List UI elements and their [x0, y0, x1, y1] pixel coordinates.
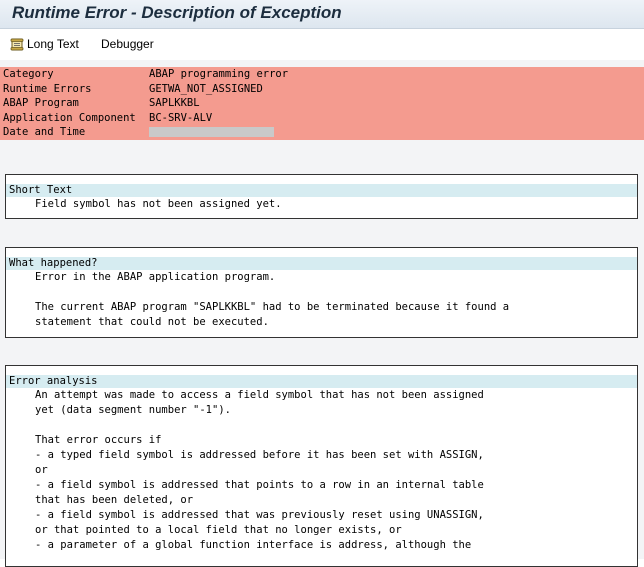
- short-text-heading: Short Text: [6, 184, 637, 197]
- content-area: Category ABAP programming error Runtime …: [0, 60, 644, 567]
- category-label: Category: [3, 68, 54, 80]
- header-row-application-component: Application Component BC-SRV-ALV: [0, 110, 644, 126]
- error-analysis-line: or: [35, 464, 48, 476]
- header-row-runtime-errors: Runtime Errors GETWA_NOT_ASSIGNED: [0, 81, 644, 97]
- what-happened-line: The current ABAP program "SAPLKKBL" had …: [35, 301, 510, 313]
- scroll-icon: [10, 38, 24, 51]
- error-analysis-section: Error analysis An attempt was made to ac…: [5, 365, 638, 567]
- error-analysis-line: or that pointed to a local field that no…: [35, 524, 402, 536]
- error-analysis-heading: Error analysis: [6, 375, 637, 388]
- what-happened-heading: What happened?: [6, 257, 637, 270]
- long-text-button[interactable]: Long Text: [10, 37, 79, 51]
- error-analysis-line: - a field symbol is addressed that point…: [35, 479, 484, 491]
- error-header-table: Category ABAP programming error Runtime …: [0, 67, 644, 140]
- error-analysis-line: - a field symbol is addressed that was p…: [35, 509, 484, 521]
- what-happened-line: statement that could not be executed.: [35, 316, 269, 328]
- runtime-errors-label: Runtime Errors: [3, 82, 92, 95]
- header-row-date-time: Date and Time: [0, 125, 644, 140]
- header-row-abap-program: ABAP Program SAPLKKBL: [0, 96, 644, 111]
- redacted-date-time: [149, 127, 274, 138]
- page-title: Runtime Error - Description of Exception: [12, 3, 342, 22]
- error-analysis-line: - a typed field symbol is addressed befo…: [35, 449, 484, 461]
- what-happened-line: Error in the ABAP application program.: [35, 271, 276, 283]
- category-value: ABAP programming error: [149, 68, 289, 80]
- what-happened-section: What happened? Error in the ABAP applica…: [5, 247, 638, 338]
- error-analysis-line: that has been deleted, or: [35, 494, 194, 506]
- application-component-value: BC-SRV-ALV: [149, 111, 213, 124]
- debugger-button[interactable]: Debugger: [101, 37, 154, 51]
- application-component-label: Application Component: [3, 111, 136, 124]
- toolbar: Long Text Debugger: [0, 29, 644, 57]
- header-row-category: Category ABAP programming error: [0, 67, 644, 82]
- abap-program-value: SAPLKKBL: [149, 97, 200, 110]
- date-time-label: Date and Time: [3, 126, 86, 139]
- error-analysis-line: yet (data segment number "-1").: [35, 404, 231, 416]
- short-text-line: Field symbol has not been assigned yet.: [35, 198, 282, 210]
- title-bar: Runtime Error - Description of Exception: [0, 0, 644, 29]
- short-text-section: Short Text Field symbol has not been ass…: [5, 174, 638, 219]
- runtime-errors-value: GETWA_NOT_ASSIGNED: [149, 82, 263, 95]
- error-analysis-line: - a parameter of a global function inter…: [35, 539, 472, 551]
- abap-program-label: ABAP Program: [3, 97, 79, 110]
- long-text-label: Long Text: [27, 37, 79, 51]
- error-analysis-line: An attempt was made to access a field sy…: [35, 389, 484, 401]
- error-analysis-line: That error occurs if: [35, 434, 162, 446]
